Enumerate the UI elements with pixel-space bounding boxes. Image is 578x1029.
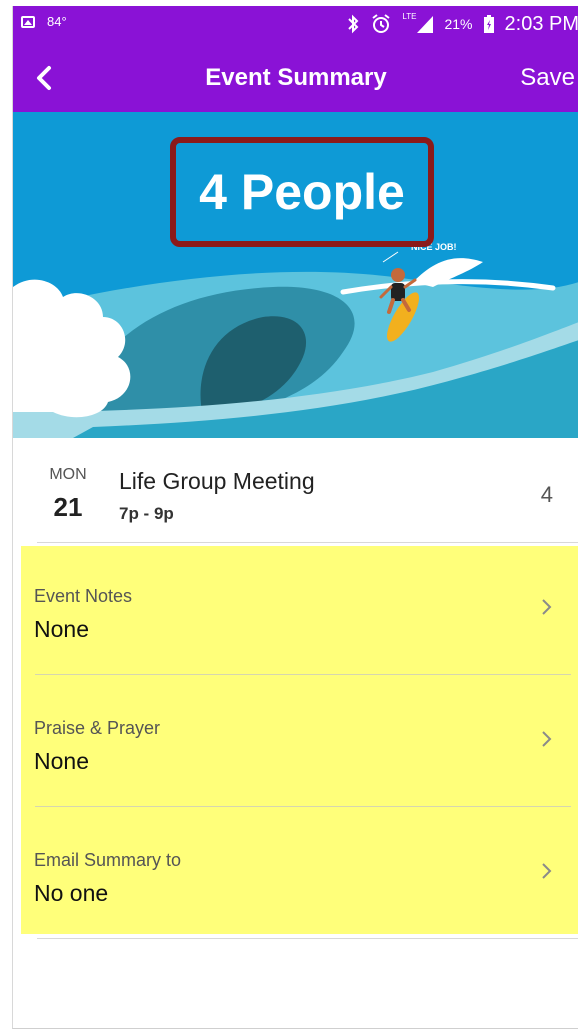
event-time: 7p - 9p <box>119 504 174 523</box>
alarm-icon <box>372 14 391 33</box>
praise-prayer-row[interactable]: Praise & Prayer None <box>21 678 578 808</box>
save-button[interactable]: Save <box>520 64 575 92</box>
attendee-count: 4 <box>540 482 553 507</box>
event-notes-label: Event Notes <box>34 586 133 606</box>
status-right: LTE 21% 2:03 PM <box>346 10 578 38</box>
battery-percent: 21% <box>444 16 473 32</box>
email-summary-value: No one <box>34 880 109 906</box>
signal-icon <box>417 16 434 33</box>
chevron-right-icon <box>542 599 552 615</box>
event-title: Life Group Meeting <box>119 468 315 494</box>
chevron-right-icon <box>542 731 552 747</box>
battery-charging-icon <box>483 15 494 33</box>
page-title: Event Summary <box>205 64 387 91</box>
email-summary-label: Email Summary to <box>34 850 182 870</box>
praise-prayer-label: Praise & Prayer <box>34 718 161 738</box>
temperature: 84° <box>47 14 67 29</box>
image-icon <box>21 15 35 28</box>
people-count: 4 People <box>199 164 405 220</box>
event-notes-row[interactable]: Event Notes None <box>21 546 578 676</box>
status-bar: 84° LTE 21% 2:03 PM <box>13 6 578 46</box>
people-count-box: 4 People <box>170 137 434 247</box>
chevron-right-icon <box>542 863 552 879</box>
event-notes-value: None <box>34 616 89 642</box>
event-date: 21 <box>53 492 83 522</box>
app-bar: Event Summary Save <box>13 46 578 112</box>
event-row[interactable]: MON 21 Life Group Meeting 7p - 9p 4 <box>13 438 578 548</box>
divider <box>37 542 578 543</box>
phone-screen: 84° LTE 21% 2:03 PM Event Summary Save N… <box>12 6 578 1029</box>
praise-prayer-value: None <box>34 748 89 774</box>
divider <box>37 938 578 939</box>
bluetooth-icon <box>348 14 359 34</box>
hero-banner: NICE JOB! 4 People <box>13 112 578 438</box>
row-divider <box>35 806 571 807</box>
status-left: 84° <box>21 14 67 29</box>
email-summary-row[interactable]: Email Summary to No one <box>21 810 578 940</box>
network-type: LTE <box>402 11 417 21</box>
clock: 2:03 PM <box>504 12 578 35</box>
event-day-of-week: MON <box>49 466 87 483</box>
row-divider <box>35 674 571 675</box>
